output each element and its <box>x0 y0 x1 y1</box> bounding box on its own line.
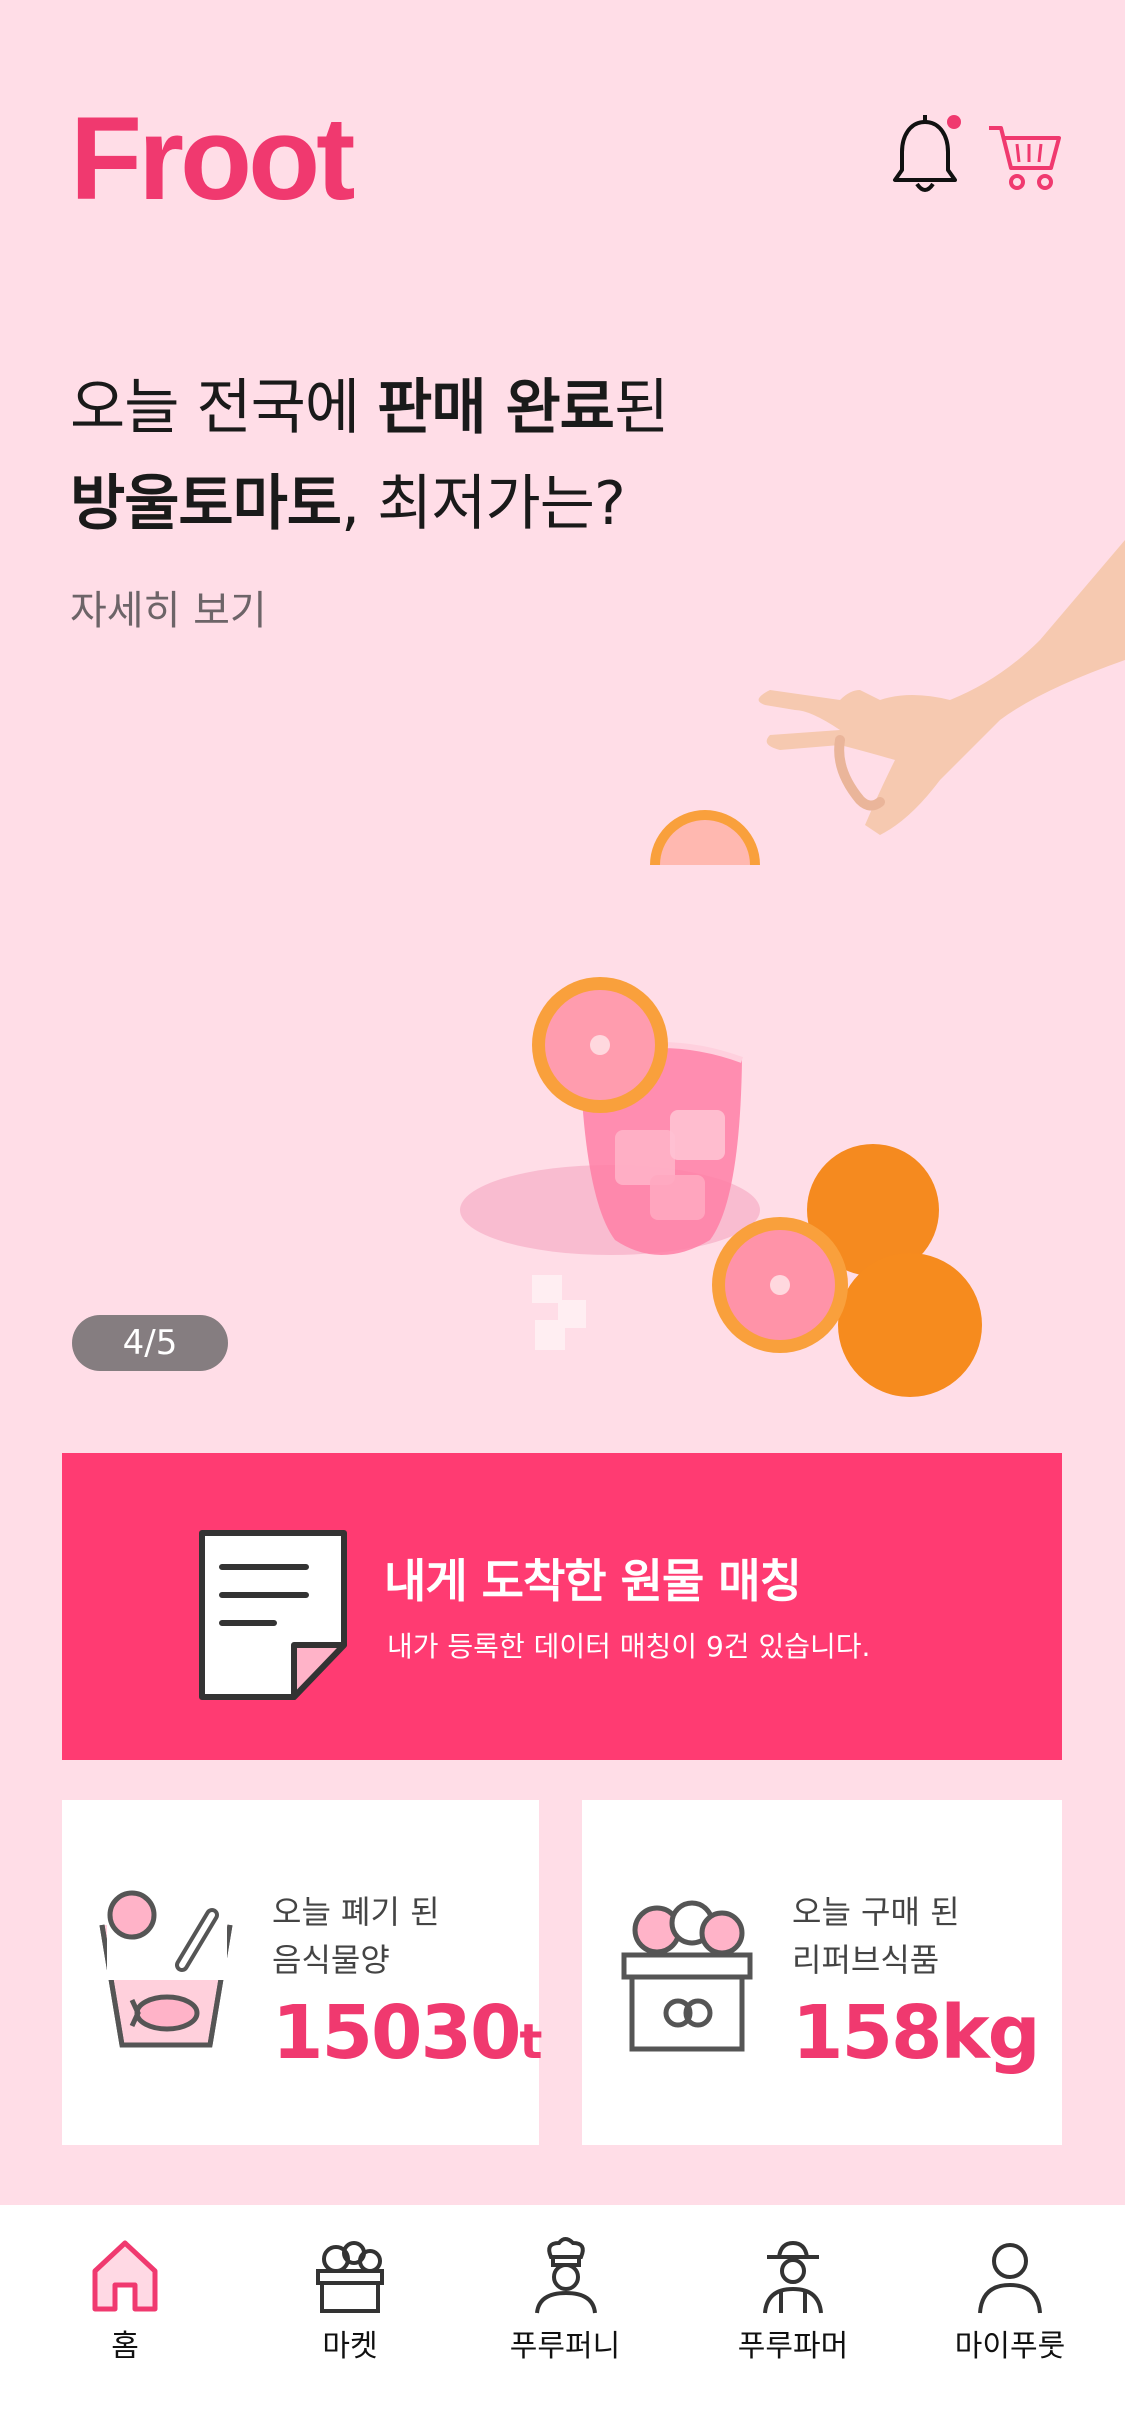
hero-line1-bold: 판매 완료 <box>377 373 615 443</box>
hero-headline: 오늘 전국에 판매 완료된 방울토마토, 최저가는? <box>70 360 770 552</box>
hero-line1-prefix: 오늘 전국에 <box>70 373 378 443</box>
tab-farmer[interactable]: 푸루파머 <box>718 2235 868 2385</box>
tab-farmer-label: 푸루파머 <box>737 2329 849 2364</box>
hero-line2-suffix: , 최저가는? <box>341 469 626 539</box>
farmer-icon <box>718 2235 868 2315</box>
match-banner[interactable]: 내게 도착한 원물 매칭 내가 등록한 데이터 매칭이 9건 있습니다. <box>62 1453 1062 1760</box>
bottom-tab-bar: 홈 마켓 푸루퍼니 푸루파머 마이푸룻 <box>0 2205 1125 2436</box>
tab-home[interactable]: 홈 <box>50 2235 200 2385</box>
detail-link[interactable]: 자세히 보기 <box>70 578 267 636</box>
tab-home-label: 홈 <box>111 2329 139 2364</box>
tab-market[interactable]: 마켓 <box>275 2235 425 2385</box>
hero-line1-suffix: 된 <box>613 373 669 443</box>
match-title: 내게 도착한 원물 매칭 <box>384 1554 802 1608</box>
grocery-box-icon <box>612 1885 762 2055</box>
carousel-pager: 4/5 <box>72 1315 228 1371</box>
food-waste-icon <box>92 1885 242 2055</box>
document-icon <box>194 1525 354 1705</box>
hero-line2-bold: 방울토마토 <box>70 469 342 539</box>
purchase-value: 158kg <box>792 1990 1041 2076</box>
app-header: Froot <box>0 0 1125 260</box>
waste-label: 오늘 폐기 된 음식물양 <box>272 1893 440 1979</box>
cart-icon[interactable] <box>985 118 1065 208</box>
hero-image <box>350 540 1125 1420</box>
froot-logo[interactable]: Froot <box>70 100 355 218</box>
tab-chef-label: 푸루퍼니 <box>509 2329 621 2364</box>
market-icon <box>275 2235 425 2315</box>
waste-stat-card[interactable]: 오늘 폐기 된 음식물양 15030t <box>62 1800 542 2145</box>
hero-line-1: 오늘 전국에 판매 완료된 <box>70 360 770 456</box>
notification-dot <box>947 115 961 129</box>
purchase-stat-card[interactable]: 오늘 구매 된 리퍼브식품 158kg <box>582 1800 1062 2145</box>
match-subtitle: 내가 등록한 데이터 매칭이 9건 있습니다. <box>387 1630 871 1663</box>
chef-icon <box>490 2235 640 2315</box>
tab-profile-label: 마이푸룻 <box>954 2329 1066 2364</box>
waste-unit: t <box>519 2014 543 2070</box>
tab-profile[interactable]: 마이푸룻 <box>935 2235 1085 2385</box>
waste-value: 15030t <box>272 1990 542 2076</box>
home-icon <box>50 2235 200 2315</box>
profile-icon <box>935 2235 1085 2315</box>
hero-line-2: 방울토마토, 최저가는? <box>70 456 770 552</box>
waste-number: 15030 <box>272 1990 521 2076</box>
purchase-label: 오늘 구매 된 리퍼브식품 <box>792 1893 960 1979</box>
tab-chef[interactable]: 푸루퍼니 <box>490 2235 640 2385</box>
tab-market-label: 마켓 <box>322 2329 378 2364</box>
